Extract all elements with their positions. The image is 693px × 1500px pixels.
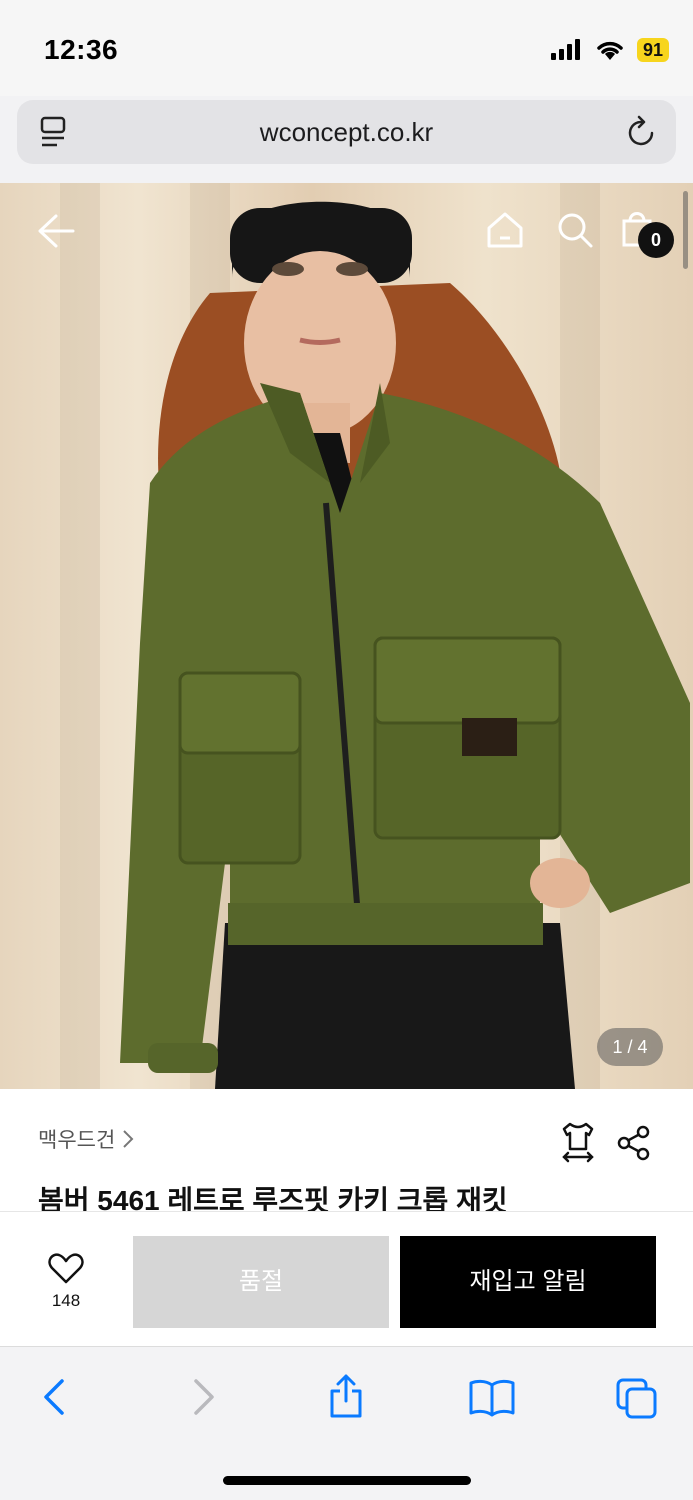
browser-back-icon[interactable] xyxy=(40,1377,70,1417)
url-text[interactable]: wconcept.co.kr xyxy=(17,117,676,148)
signal-icon xyxy=(550,39,580,60)
product-image[interactable]: 0 1 / 4 xyxy=(0,183,693,1089)
brand-link[interactable]: 맥우드건 xyxy=(38,1124,135,1154)
sold-out-button[interactable]: 품절 xyxy=(133,1236,389,1328)
page: 12:36 91 wconcept.co.kr 0 1 / 4 맥우드건 봄버 … xyxy=(0,0,693,1500)
heart-icon[interactable] xyxy=(48,1252,84,1284)
share-sheet-icon[interactable] xyxy=(328,1373,364,1419)
cart-count-badge: 0 xyxy=(638,222,674,258)
model-photo xyxy=(120,201,690,1089)
image-counter: 1 / 4 xyxy=(597,1028,663,1066)
back-arrow-icon[interactable] xyxy=(36,213,76,249)
chevron-right-icon xyxy=(123,1130,134,1148)
reload-icon[interactable] xyxy=(626,114,658,148)
wifi-icon xyxy=(597,41,623,60)
browser-forward-icon[interactable] xyxy=(188,1377,218,1417)
status-bar: 12:36 91 xyxy=(0,0,693,96)
bookmarks-icon[interactable] xyxy=(468,1379,516,1417)
status-icons: 91 xyxy=(550,38,669,62)
scrollbar[interactable] xyxy=(683,191,688,269)
product-info: 맥우드건 봄버 5461 레트로 루즈핏 카키 크롭 재킷 xyxy=(0,1089,693,1216)
battery-indicator: 91 xyxy=(636,38,669,62)
home-icon[interactable] xyxy=(486,211,524,249)
status-time: 12:36 xyxy=(44,34,119,65)
share-icon[interactable] xyxy=(616,1125,652,1161)
like-button[interactable]: 148 xyxy=(33,1252,99,1311)
brand-name[interactable]: 맥우드건 xyxy=(38,1124,115,1154)
tabs-icon[interactable] xyxy=(615,1377,659,1421)
search-icon[interactable] xyxy=(556,211,594,249)
size-guide-icon[interactable] xyxy=(560,1121,596,1163)
restock-alert-button[interactable]: 재입고 알림 xyxy=(400,1236,656,1328)
home-indicator xyxy=(223,1476,471,1485)
like-count: 148 xyxy=(51,1291,81,1310)
url-bar[interactable]: wconcept.co.kr xyxy=(17,100,676,164)
action-bar: 148 품절 재입고 알림 xyxy=(0,1211,693,1346)
